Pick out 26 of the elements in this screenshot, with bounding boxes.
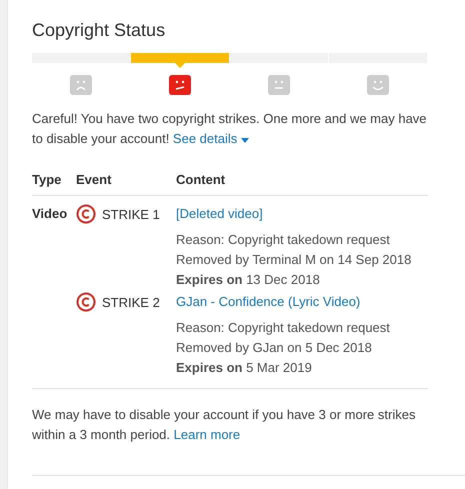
removed-text: Removed by GJan on 5 Dec 2018 xyxy=(176,339,373,357)
learn-more-link[interactable]: Learn more xyxy=(174,427,240,442)
type-cell: Video xyxy=(32,206,68,221)
strike-face-icon xyxy=(169,75,191,95)
video-link[interactable]: GJan - Confidence (Lyric Video) xyxy=(176,292,360,312)
warning-message: Careful! You have two copyright strikes. One more and we may have to disable your account! See details xyxy=(32,110,428,148)
neutral-face-icon xyxy=(268,75,290,95)
column-header: Content xyxy=(176,172,226,186)
policy-note: We may have to disable your account if you have 3 or more strikes within a 3 month period. Learn more xyxy=(32,406,416,444)
column-header: Type xyxy=(32,172,62,186)
removed-text: Removed by Terminal M on 14 Sep 2018 xyxy=(176,251,412,269)
expiry-text: Expires on 5 Mar 2019 xyxy=(176,359,313,377)
reason-text: Reason: Copyright takedown request xyxy=(176,319,391,337)
expiry-text: Expires on 13 Dec 2018 xyxy=(176,271,321,289)
strike-label: STRIKE 2 xyxy=(102,294,160,310)
see-details-link[interactable]: See details xyxy=(172,131,249,146)
caret-icon xyxy=(240,138,249,143)
reason-text: Reason: Copyright takedown request xyxy=(176,231,391,249)
sad-face-icon xyxy=(70,75,92,95)
section-title: Copyright Status xyxy=(32,20,166,41)
happy-face-icon xyxy=(367,75,389,95)
copyright-icon xyxy=(76,204,96,224)
column-header: Event xyxy=(76,172,112,186)
video-link[interactable]: [Deleted video] xyxy=(176,204,263,224)
strike-label: STRIKE 1 xyxy=(102,206,160,222)
copyright-icon xyxy=(76,292,96,312)
